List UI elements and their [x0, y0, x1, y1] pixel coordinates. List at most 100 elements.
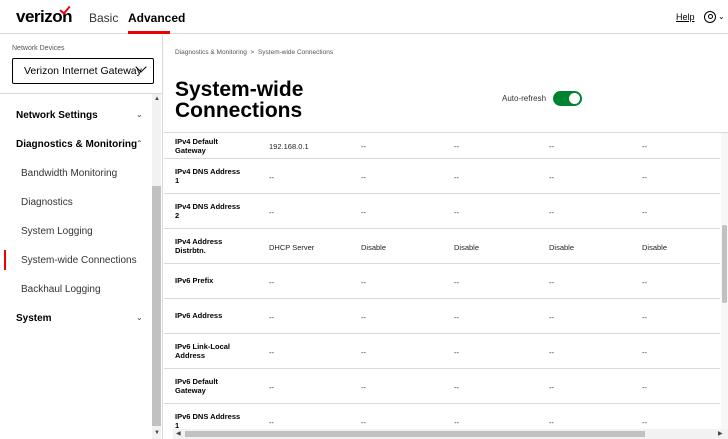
table-cell: -- — [549, 418, 554, 427]
scroll-left-arrow-icon[interactable]: ◀ — [176, 430, 181, 437]
row-header: IPv6 DNS Address 1 — [175, 412, 241, 429]
table-cell: -- — [549, 142, 554, 151]
table-cell: -- — [454, 278, 459, 287]
row-header: IPv6 Default Gateway — [175, 377, 218, 395]
table-cell: -- — [454, 142, 459, 151]
table-row: IPv4 Default Gateway 192.168.0.1 -- -- -- -- — [164, 133, 720, 159]
table-row: IPv6 DNS Address 1 -- -- -- -- -- — [164, 404, 720, 429]
chevron-down-icon: ⌄ — [136, 110, 143, 119]
table-vertical-scrollbar[interactable] — [721, 133, 728, 429]
table-cell: -- — [269, 418, 274, 427]
table-cell: -- — [361, 383, 366, 392]
table-cell: -- — [361, 142, 366, 151]
table-cell: -- — [454, 208, 459, 217]
scroll-down-arrow-icon[interactable]: ▼ — [154, 430, 160, 436]
sidebar-item-label: Diagnostics — [21, 197, 73, 208]
table-cell: -- — [454, 418, 459, 427]
table-cell: -- — [361, 348, 366, 357]
table-row: IPv6 Default Gateway -- -- -- -- -- — [164, 369, 720, 404]
table-row: IPv6 Link-Local Address -- -- -- -- -- — [164, 334, 720, 369]
row-header: IPv4 DNS Address 2 — [175, 202, 241, 220]
table-cell: Disable — [642, 243, 668, 252]
breadcrumb: Diagnostics & Monitoring > System-wide C… — [175, 49, 333, 56]
table-cell: -- — [642, 418, 647, 427]
device-select[interactable]: Verizon Internet Gateway — [12, 58, 154, 84]
connections-table: IPv4 Default Gateway 192.168.0.1 -- -- -- -- I… — [164, 133, 720, 429]
table-cell: -- — [361, 278, 366, 287]
top-bar: verizon Basic Advanced Help ⌄ — [0, 0, 728, 34]
sidebar-item-label: System — [16, 313, 52, 324]
table-vertical-scrollbar-thumb[interactable] — [722, 225, 727, 303]
table-cell: -- — [361, 173, 366, 182]
row-header: IPv4 Address Distrbtn. — [175, 237, 223, 255]
table-row: IPv4 Address Distrbtn. DHCP Server Disable… — [164, 229, 720, 264]
table-cell: -- — [454, 383, 459, 392]
table-cell: -- — [454, 348, 459, 357]
sidebar-item-label: Diagnostics & Monitoring — [16, 139, 138, 150]
table-cell: -- — [361, 313, 366, 322]
chevron-up-icon: ⌃ — [136, 139, 143, 148]
breadcrumb-item: System-wide Connections — [257, 49, 334, 56]
sidebar: Network Devices Verizon Internet Gateway… — [0, 35, 163, 439]
row-header: IPv6 Address — [175, 311, 223, 320]
user-account-icon[interactable] — [704, 11, 716, 23]
breadcrumb-item[interactable]: Diagnostics & Monitoring — [175, 49, 247, 56]
table-row: IPv6 Prefix -- -- -- -- -- — [164, 264, 720, 299]
table-cell: -- — [269, 348, 274, 357]
table-cell: -- — [269, 383, 274, 392]
table-cell: -- — [454, 173, 459, 182]
scroll-right-arrow-icon[interactable]: ▶ — [718, 430, 723, 437]
sidebar-item-label: Network Settings — [16, 110, 98, 121]
table-cell: -- — [549, 313, 554, 322]
help-link[interactable]: Help — [676, 12, 695, 22]
table-cell: -- — [454, 313, 459, 322]
table-cell: Disable — [549, 243, 575, 252]
table-horizontal-scrollbar[interactable]: ◀ ▶ — [173, 429, 728, 439]
page-title: System-wide Connections — [175, 78, 304, 122]
table-cell: -- — [642, 142, 647, 151]
chevron-down-icon[interactable]: ⌄ — [718, 12, 725, 21]
row-header: IPv4 Default Gateway — [175, 137, 218, 155]
breadcrumb-separator-icon: > — [248, 49, 257, 56]
table-cell: -- — [642, 208, 647, 217]
table-cell: Disable — [361, 243, 387, 252]
table-cell: -- — [549, 348, 554, 357]
tab-advanced[interactable]: Advanced — [128, 11, 185, 25]
sidebar-divider — [0, 93, 163, 94]
chevron-down-icon: ⌄ — [136, 313, 143, 322]
sidebar-scrollbar-thumb[interactable] — [152, 186, 161, 426]
table-cell: Disable — [454, 243, 480, 252]
table-cell: -- — [642, 383, 647, 392]
table-cell: 192.168.0.1 — [269, 142, 309, 151]
table-row: IPv4 DNS Address 1 -- -- -- -- -- — [164, 159, 720, 194]
table-cell: -- — [269, 278, 274, 287]
device-select-value: Verizon Internet Gateway — [24, 65, 142, 77]
table-cell: -- — [549, 278, 554, 287]
table-cell: -- — [361, 208, 366, 217]
sidebar-item-label: System Logging — [21, 226, 93, 237]
table-cell: -- — [549, 208, 554, 217]
table-cell: DHCP Server — [269, 243, 315, 252]
tab-basic[interactable]: Basic — [89, 11, 118, 25]
table-row: IPv4 DNS Address 2 -- -- -- -- -- — [164, 194, 720, 229]
table-cell: -- — [549, 383, 554, 392]
table-cell: -- — [642, 348, 647, 357]
table-cell: -- — [642, 313, 647, 322]
table-horizontal-scrollbar-thumb[interactable] — [185, 431, 645, 437]
table-cell: -- — [361, 418, 366, 427]
sidebar-item-label: Backhaul Logging — [21, 284, 101, 295]
table-row: IPv6 Address -- -- -- -- -- — [164, 299, 720, 334]
table-cell: -- — [269, 173, 274, 182]
main-content: Diagnostics & Monitoring > System-wide C… — [164, 35, 728, 439]
sidebar-scrollbar[interactable]: ▲ ▼ — [152, 94, 161, 439]
row-header: IPv6 Link-Local Address — [175, 342, 231, 360]
table-cell: -- — [642, 173, 647, 182]
row-header: IPv4 DNS Address 1 — [175, 167, 241, 185]
scroll-up-arrow-icon[interactable]: ▲ — [154, 96, 160, 102]
auto-refresh-toggle[interactable] — [553, 91, 582, 106]
row-header: IPv6 Prefix — [175, 276, 214, 285]
sidebar-item-label: Bandwidth Monitoring — [21, 168, 118, 179]
sidebar-item-label: System-wide Connections — [21, 255, 137, 266]
table-cell: -- — [642, 278, 647, 287]
table-cell: -- — [269, 208, 274, 217]
